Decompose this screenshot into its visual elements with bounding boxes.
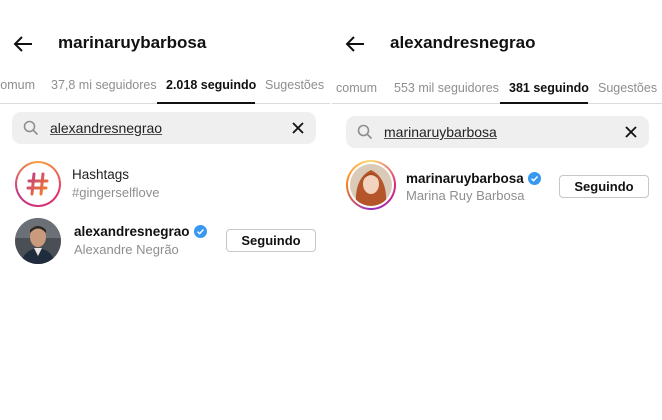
search-bar[interactable]: marinaruybarbosa bbox=[346, 116, 649, 148]
tab-comum[interactable]: comum bbox=[336, 81, 377, 95]
search-icon bbox=[357, 124, 373, 140]
verified-badge-icon bbox=[193, 225, 207, 238]
user-result[interactable]: marinaruybarbosa Marina Ruy Barbosa Segu… bbox=[332, 160, 662, 212]
result-username: marinaruybarbosa bbox=[406, 171, 541, 186]
tab-sugestoes[interactable]: Sugestões bbox=[265, 78, 324, 92]
back-arrow-icon[interactable] bbox=[12, 34, 34, 54]
header: alexandresnegrao bbox=[332, 28, 662, 60]
clear-icon[interactable] bbox=[290, 120, 306, 136]
verified-badge-icon bbox=[527, 172, 541, 185]
following-button[interactable]: Seguindo bbox=[559, 175, 649, 198]
tab-comum[interactable]: comum bbox=[0, 78, 35, 92]
profile-username: marinaruybarbosa bbox=[58, 33, 207, 52]
search-icon bbox=[23, 120, 39, 136]
tab-seguindo[interactable]: 2.018 seguindo bbox=[166, 78, 256, 92]
hashtag-result[interactable]: Hashtags #gingerselflove bbox=[0, 159, 330, 211]
tab-seguidores[interactable]: 37,8 mi seguidores bbox=[51, 78, 157, 92]
left-screen: marinaruybarbosa comum 37,8 mi seguidore… bbox=[0, 0, 330, 420]
search-input[interactable]: alexandresnegrao bbox=[50, 120, 162, 136]
tab-bar: comum 553 mil seguidores 381 seguindo Su… bbox=[332, 70, 662, 104]
avatar-story-ring[interactable] bbox=[346, 160, 396, 210]
header: marinaruybarbosa bbox=[0, 28, 330, 60]
tab-seguidores[interactable]: 553 mil seguidores bbox=[394, 81, 499, 95]
avatar[interactable] bbox=[15, 218, 61, 264]
profile-photo bbox=[350, 164, 392, 206]
active-tab-indicator bbox=[157, 102, 255, 104]
tab-bar: comum 37,8 mi seguidores 2.018 seguindo … bbox=[0, 70, 330, 104]
profile-username: alexandresnegrao bbox=[390, 33, 536, 52]
search-input[interactable]: marinaruybarbosa bbox=[384, 124, 497, 140]
result-subtitle: #gingerselflove bbox=[72, 185, 160, 200]
active-tab-indicator bbox=[500, 102, 588, 104]
profile-photo bbox=[15, 218, 61, 264]
following-button[interactable]: Seguindo bbox=[226, 229, 316, 252]
clear-icon[interactable] bbox=[623, 124, 639, 140]
back-arrow-icon[interactable] bbox=[344, 34, 366, 54]
result-fullname: Alexandre Negrão bbox=[74, 242, 179, 257]
result-fullname: Marina Ruy Barbosa bbox=[406, 188, 525, 203]
search-bar[interactable]: alexandresnegrao bbox=[12, 112, 316, 144]
result-username: alexandresnegrao bbox=[74, 224, 207, 239]
right-screen: alexandresnegrao comum 553 mil seguidore… bbox=[332, 0, 662, 420]
result-title: Hashtags bbox=[72, 167, 130, 182]
username-text: alexandresnegrao bbox=[74, 224, 190, 239]
tab-seguindo[interactable]: 381 seguindo bbox=[509, 81, 589, 95]
hashtag-avatar bbox=[15, 161, 61, 207]
user-result[interactable]: alexandresnegrao Alexandre Negrão Seguin… bbox=[0, 216, 330, 268]
username-text: marinaruybarbosa bbox=[406, 171, 524, 186]
hashtag-icon bbox=[26, 172, 49, 196]
tab-sugestoes[interactable]: Sugestões bbox=[598, 81, 657, 95]
